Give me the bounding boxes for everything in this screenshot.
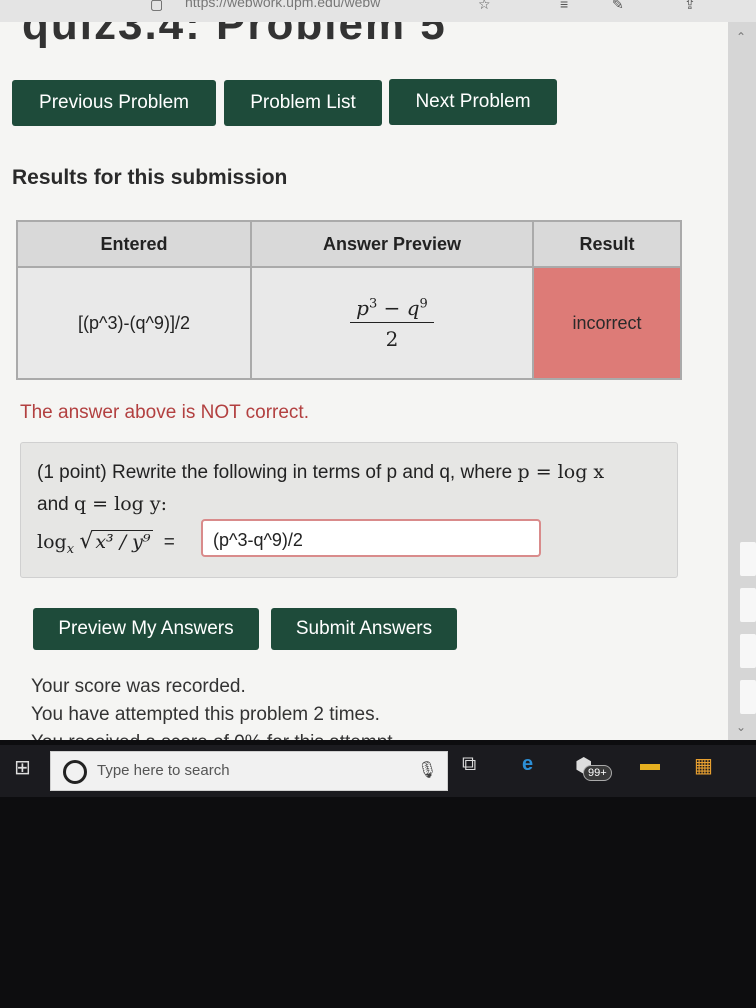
scroll-tab	[740, 680, 756, 714]
store-icon[interactable]: ▦	[694, 753, 713, 778]
score-recorded: Your score was recorded.	[31, 676, 246, 697]
address-bar[interactable]: https://webwork.upm.edu/webw	[185, 0, 380, 10]
q-definition: q = log y:	[73, 493, 167, 515]
problem-intro: (1 point) Rewrite the following in terms…	[37, 462, 513, 483]
problem-box: (1 point) Rewrite the following in terms…	[20, 442, 678, 578]
status-message: The answer above is NOT correct.	[20, 402, 309, 423]
radicand: x³ / y⁹	[93, 530, 153, 553]
scroll-tab	[740, 588, 756, 622]
hub-icon[interactable]: ≡	[560, 0, 568, 12]
preview-fraction: p3 − q9 2	[350, 296, 434, 351]
log-text: log	[37, 531, 67, 553]
equals-sign: =	[163, 532, 175, 553]
browser-toolbar: ▢ https://webwork.upm.edu/webw ☆ ≡ ✎ ⇪	[0, 0, 756, 22]
score-attempt: You received a score of 0% for this atte…	[31, 732, 393, 740]
scrollbar[interactable]: ⌃ ⌄	[728, 22, 756, 740]
p-definition: p = log x	[517, 461, 605, 483]
taskbar-search[interactable]: Type here to search 🎙	[50, 751, 448, 791]
results-table: Entered Answer Preview Result [(p^3)-(q^…	[16, 220, 682, 380]
taskbar: ⊞ Type here to search 🎙 ⧉ e ⬢ 99+ ▬ ▦	[0, 745, 756, 797]
preview-denominator: 2	[385, 326, 399, 351]
scroll-tab	[740, 542, 756, 576]
search-placeholder: Type here to search	[97, 762, 230, 779]
header-result: Result	[532, 220, 682, 268]
next-problem-button[interactable]: Next Problem	[389, 79, 557, 125]
share-icon[interactable]: ⇪	[684, 0, 696, 13]
tab-icon[interactable]: ▢	[150, 0, 163, 13]
problem-list-button[interactable]: Problem List	[224, 80, 382, 126]
scroll-tab	[740, 634, 756, 668]
preview-numerator: p3 − q9	[350, 296, 434, 323]
note-icon[interactable]: ✎	[612, 0, 624, 13]
result-cell: incorrect	[532, 266, 682, 380]
notification-badge: 99+	[583, 765, 612, 781]
results-title: Results for this submission	[12, 166, 288, 189]
previous-problem-button[interactable]: Previous Problem	[12, 80, 216, 126]
header-entered: Entered	[16, 220, 252, 268]
cortana-icon	[63, 760, 87, 784]
preview-answers-button[interactable]: Preview My Answers	[33, 608, 259, 650]
attempt-count: You have attempted this problem 2 times.	[31, 704, 380, 725]
submit-answers-button[interactable]: Submit Answers	[271, 608, 457, 650]
star-icon[interactable]: ☆	[478, 0, 491, 13]
scroll-up-icon[interactable]: ⌃	[736, 30, 746, 44]
results-header-row: Entered Answer Preview Result	[16, 220, 682, 268]
file-explorer-icon[interactable]: ▬	[640, 753, 660, 776]
page-title: quiz3.4: Problem 5	[22, 22, 447, 49]
answer-preview-cell: p3 − q9 2	[250, 266, 534, 380]
problem-intro-line: (1 point) Rewrite the following in terms…	[37, 461, 604, 484]
task-view-icon[interactable]: ⧉	[462, 753, 476, 776]
header-answer-preview: Answer Preview	[250, 220, 534, 268]
windows-start-icon[interactable]: ⊞	[14, 755, 31, 780]
table-row: [(p^3)-(q^9)]/2 p3 − q9 2 incorrect	[16, 266, 682, 380]
scroll-down-icon[interactable]: ⌄	[736, 720, 746, 734]
mic-icon[interactable]: 🎙	[417, 760, 437, 780]
edge-icon[interactable]: e	[522, 753, 533, 776]
answer-input[interactable]: (p^3-q^9)/2	[201, 519, 541, 557]
entered-cell: [(p^3)-(q^9)]/2	[16, 266, 252, 380]
problem-expression: logx √ x³ / y⁹ =	[37, 529, 175, 557]
and-text: and	[37, 494, 69, 515]
problem-q-line: and q = log y:	[37, 493, 167, 516]
log-base: x	[66, 541, 75, 557]
sqrt-icon: √	[79, 529, 94, 554]
webwork-page: quiz3.4: Problem 5 Previous Problem Prob…	[0, 22, 728, 740]
